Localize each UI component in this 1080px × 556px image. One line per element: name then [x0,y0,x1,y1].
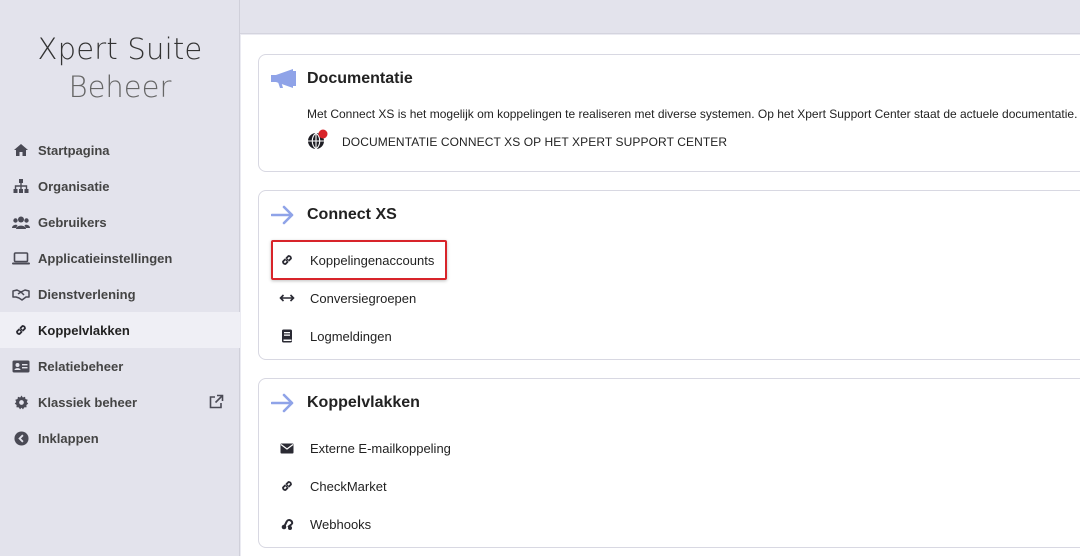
documentation-link[interactable]: DOCUMENTATIE CONNECT XS OP HET XPERT SUP… [342,135,727,149]
list-item-label: CheckMarket [310,478,387,494]
book-icon [275,328,299,344]
arrows-horizontal-icon [275,290,299,306]
sidebar-item-label: Applicatieinstellingen [38,250,173,266]
sidebar-item-label: Organisatie [38,178,110,194]
top-header-bar [240,0,1080,34]
list-item-label: Conversiegroepen [310,290,417,306]
card-connect-xs: Connect XS Koppelingenaccounts Conversie… [258,190,1080,360]
sidebar-item-relatiebeheer[interactable]: Relatiebeheer [0,348,240,384]
sidebar-item-startpagina[interactable]: Startpagina [0,132,240,168]
id-card-icon [12,357,30,375]
sidebar-item-dienstverlening[interactable]: Dienstverlening [0,276,240,312]
list-item-label: Webhooks [310,516,372,532]
sidebar-item-label: Gebruikers [38,214,107,230]
brand-logo: Xpert Suite Beheer [0,30,240,106]
sidebar-item-label: Relatiebeheer [38,358,124,374]
list-item-label: Externe E-mailkoppeling [310,440,451,456]
webhook-icon [275,516,299,532]
main-content: Documentatie Met Connect XS is het mogel… [241,35,1080,556]
card-koppelvlakken: Koppelvlakken Externe E-mailkoppeling Ch… [258,378,1080,548]
arrow-right-icon [270,205,297,225]
sidebar-item-gebruikers[interactable]: Gebruikers [0,204,240,240]
card-title: Documentatie [307,70,413,87]
list-item-externe-e-mailkoppeling[interactable]: Externe E-mailkoppeling [271,433,451,463]
card-title: Koppelvlakken [307,394,420,411]
megaphone-icon [271,69,297,89]
sidebar-item-label: Koppelvlakken [38,322,130,338]
gear-icon [12,393,30,411]
sidebar-item-label: Startpagina [38,142,110,158]
card-title: Connect XS [307,206,397,223]
globe-icon [307,129,329,151]
envelope-icon [275,440,299,456]
list-item-label: Koppelingenaccounts [310,252,435,268]
users-icon [12,213,30,231]
sidebar: Xpert Suite Beheer Startpagina Organisat… [0,0,240,556]
sidebar-item-label: Klassiek beheer [38,394,138,410]
card-documentatie: Documentatie Met Connect XS is het mogel… [258,54,1080,172]
chevron-left-circle-icon [12,429,30,447]
home-icon [12,141,30,159]
brand-subtitle: Beheer [68,70,172,104]
link-icon [12,321,30,339]
arrow-right-icon [270,393,297,413]
link-icon [275,478,299,494]
laptop-icon [12,249,30,267]
list-item-conversiegroepen[interactable]: Conversiegroepen [271,283,416,313]
handshake-icon [12,285,30,303]
external-link-icon [208,394,224,410]
list-item-koppelingenaccounts[interactable]: Koppelingenaccounts [271,245,434,275]
documentation-description: Met Connect XS is het mogelijk om koppel… [307,107,1078,121]
sidebar-item-applicatieinstellingen[interactable]: Applicatieinstellingen [0,240,240,276]
sidebar-nav: Startpagina Organisatie Gebruikers Appli… [0,132,240,456]
brand-title: Xpert Suite [37,32,203,66]
list-item-webhooks[interactable]: Webhooks [271,509,371,539]
link-icon [275,252,299,268]
sidebar-item-label: Dienstverlening [38,286,136,302]
sidebar-item-label: Inklappen [38,430,99,446]
sidebar-item-organisatie[interactable]: Organisatie [0,168,240,204]
sidebar-item-klassiek-beheer[interactable]: Klassiek beheer [0,384,240,420]
sidebar-item-inklappen[interactable]: Inklappen [0,420,240,456]
list-item-label: Logmeldingen [310,328,392,344]
list-item-logmeldingen[interactable]: Logmeldingen [271,321,392,351]
sidebar-item-koppelvlakken[interactable]: Koppelvlakken [0,312,240,348]
list-item-checkmarket[interactable]: CheckMarket [271,471,387,501]
sitemap-icon [12,177,30,195]
